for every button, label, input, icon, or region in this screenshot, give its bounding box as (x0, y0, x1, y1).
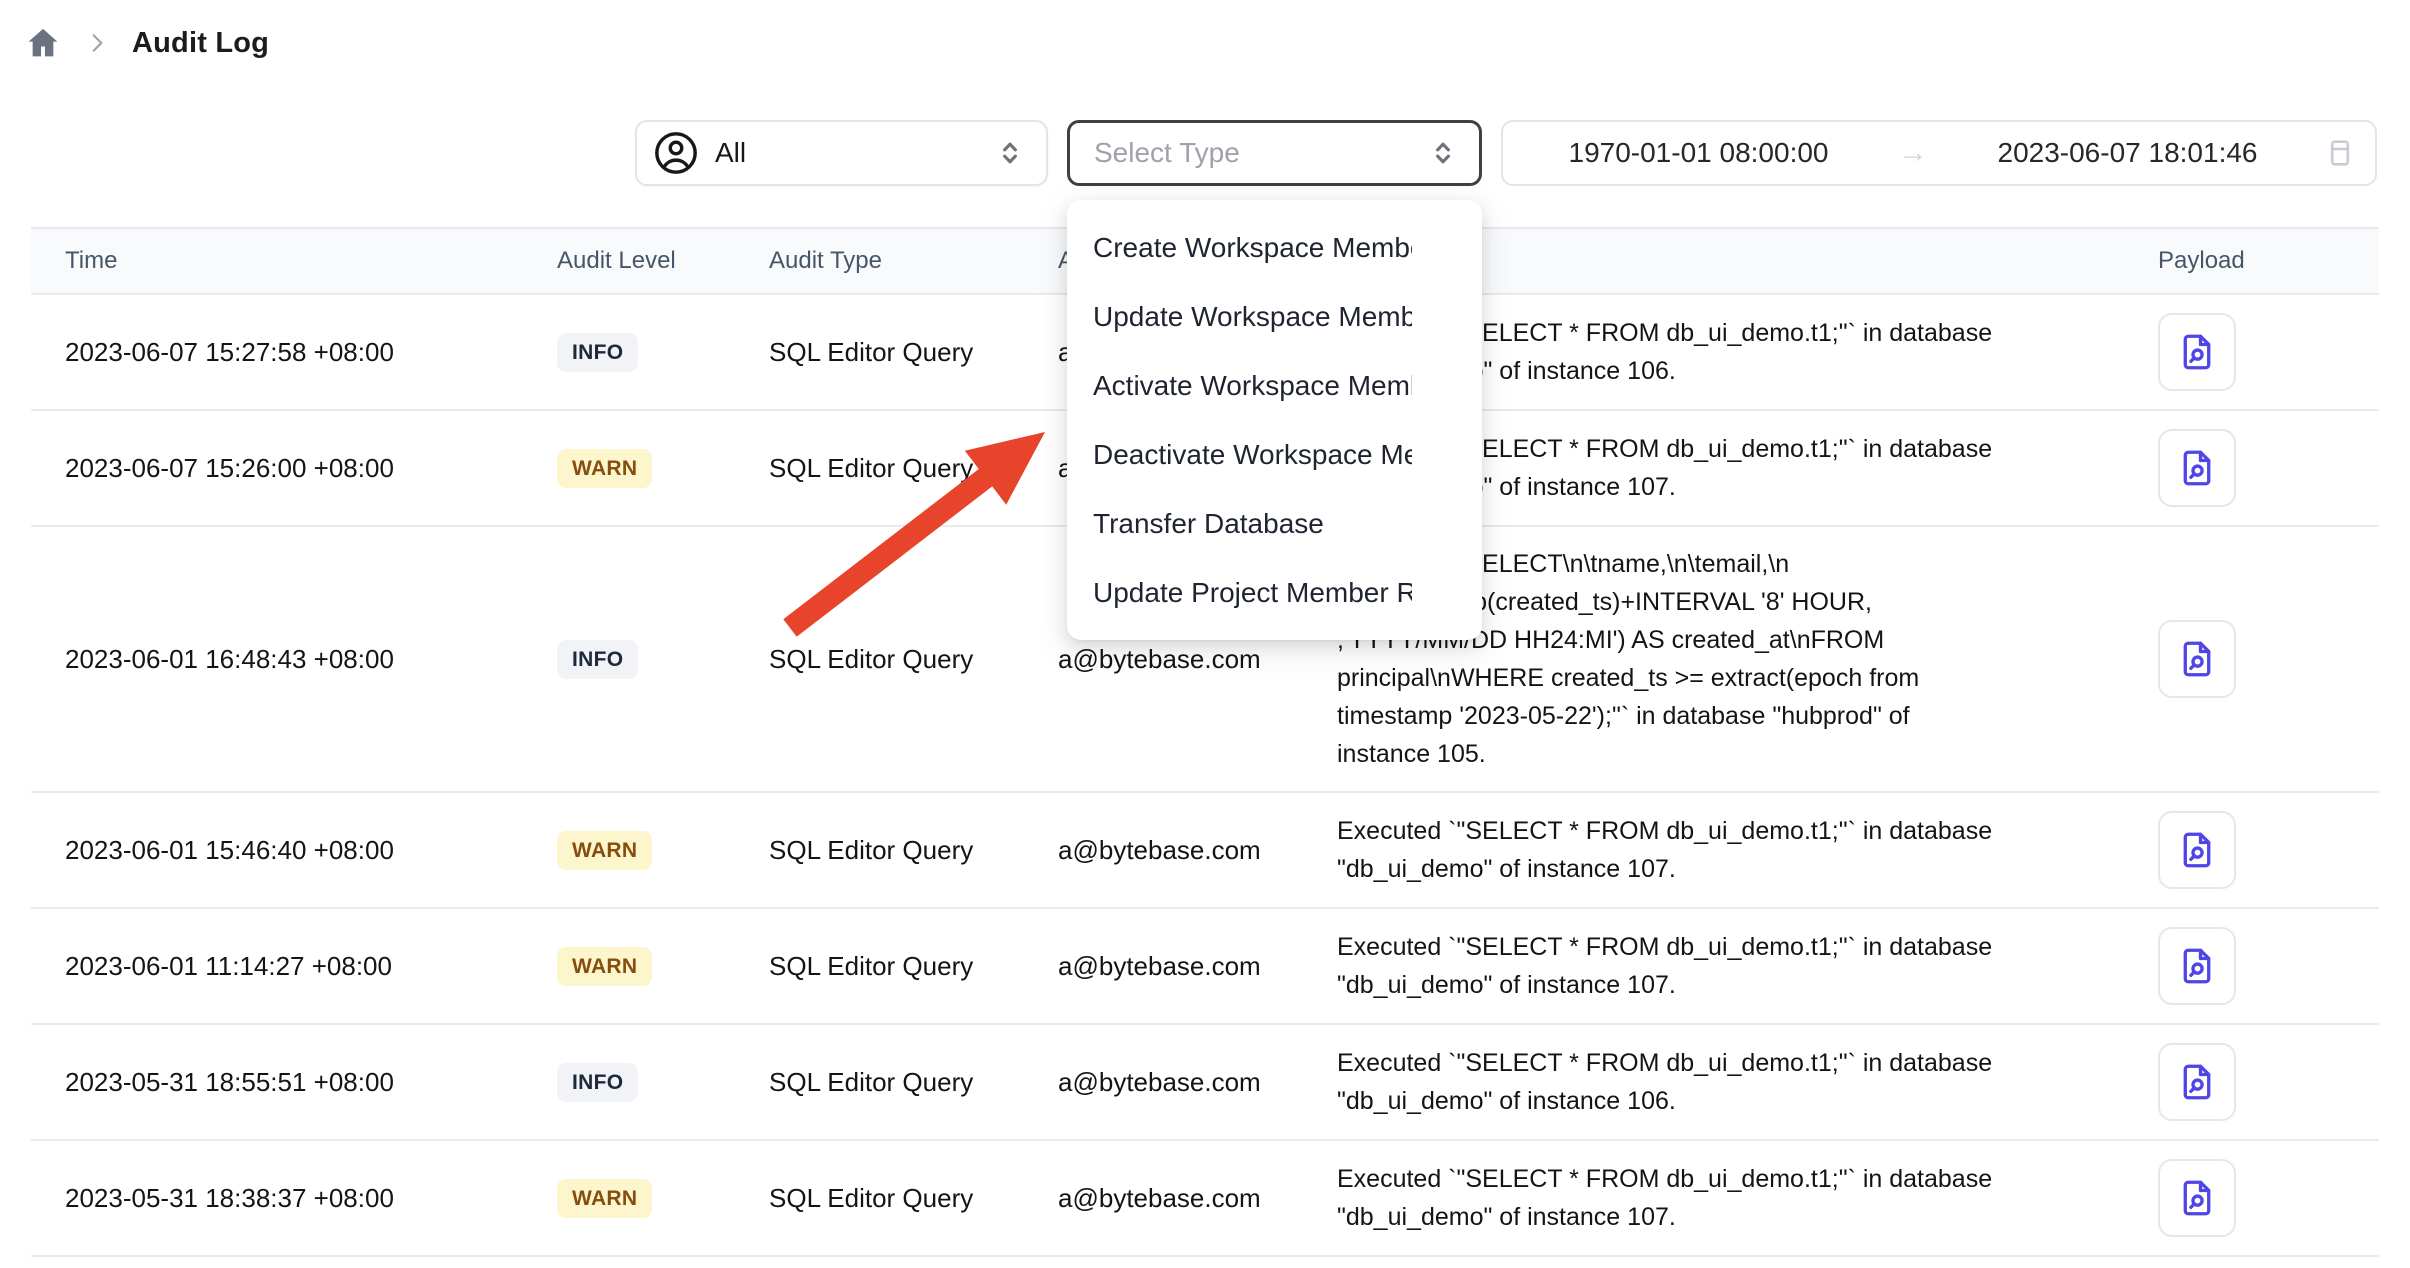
row-audit-level: INFO (523, 1063, 735, 1102)
file-search-icon (2176, 829, 2218, 871)
row-actor: a@bytebase.com (1024, 835, 1303, 866)
audit-log-page: Audit Log All Select Type 1970-01-01 08:… (0, 0, 2410, 1268)
row-audit-level: WARN (523, 449, 735, 488)
col-header-time: Time (31, 247, 523, 275)
table-row: 2023-06-01 11:14:27 +08:00 WARN SQL Edit… (31, 909, 2379, 1025)
menu-item[interactable]: Transfer Database (1067, 489, 1412, 558)
home-icon[interactable] (24, 24, 62, 62)
row-comment: Executed `"SELECT * FROM db_ui_demo.t1;"… (1303, 1160, 2106, 1236)
date-range-start: 1970-01-01 08:00:00 (1503, 137, 1894, 169)
payload-view-button[interactable] (2158, 927, 2236, 1005)
file-search-icon (2176, 638, 2218, 680)
row-payload (2106, 927, 2379, 1005)
row-actor: a@bytebase.com (1024, 1067, 1303, 1098)
row-time: 2023-06-07 15:26:00 +08:00 (31, 453, 523, 484)
calendar-icon (2323, 136, 2357, 170)
row-audit-level: WARN (523, 1179, 735, 1218)
row-payload (2106, 811, 2379, 889)
table-row: 2023-06-01 15:46:40 +08:00 WARN SQL Edit… (31, 793, 2379, 909)
payload-view-button[interactable] (2158, 1159, 2236, 1237)
menu-item[interactable]: Update Project Member Role (1067, 558, 1412, 627)
file-search-icon (2176, 1177, 2218, 1219)
col-header-audit-type: Audit Type (735, 247, 1024, 275)
row-audit-level: INFO (523, 333, 735, 372)
row-payload (2106, 429, 2379, 507)
row-time: 2023-06-01 16:48:43 +08:00 (31, 644, 523, 675)
breadcrumb: Audit Log (24, 24, 269, 62)
file-search-icon (2176, 945, 2218, 987)
audit-level-badge: WARN (557, 831, 652, 870)
row-audit-type: SQL Editor Query (735, 951, 1024, 982)
payload-view-button[interactable] (2158, 1043, 2236, 1121)
row-actor: a@bytebase.com (1024, 1183, 1303, 1214)
page-title: Audit Log (132, 27, 269, 60)
row-audit-type: SQL Editor Query (735, 1067, 1024, 1098)
audit-level-badge: INFO (557, 640, 638, 679)
type-dropdown-menu: Create Workspace MemberUpdate Workspace … (1067, 200, 1482, 640)
row-audit-level: WARN (523, 947, 735, 986)
filter-bar: All Select Type 1970-01-01 08:00:00 → 20… (0, 120, 2410, 186)
arrow-right-icon: → (1894, 136, 1932, 170)
row-time: 2023-05-31 18:55:51 +08:00 (31, 1067, 523, 1098)
chevron-right-icon (84, 30, 110, 56)
payload-view-button[interactable] (2158, 429, 2236, 507)
row-audit-level: INFO (523, 640, 735, 679)
audit-level-badge: INFO (557, 333, 638, 372)
row-payload (2106, 1043, 2379, 1121)
audit-level-badge: INFO (557, 1063, 638, 1102)
menu-item[interactable]: Deactivate Workspace Member (1067, 420, 1412, 489)
menu-item[interactable]: Update Workspace Member (1067, 282, 1412, 351)
row-payload (2106, 1159, 2379, 1237)
payload-view-button[interactable] (2158, 811, 2236, 889)
row-comment: Executed `"SELECT * FROM db_ui_demo.t1;"… (1303, 928, 2106, 1004)
actor-filter-value: All (715, 137, 746, 169)
row-time: 2023-06-01 11:14:27 +08:00 (31, 951, 523, 982)
row-comment: Executed `"SELECT * FROM db_ui_demo.t1;"… (1303, 812, 2106, 888)
row-audit-type: SQL Editor Query (735, 644, 1024, 675)
menu-item[interactable]: Create Workspace Member (1067, 213, 1412, 282)
file-search-icon (2176, 331, 2218, 373)
row-time: 2023-06-01 15:46:40 +08:00 (31, 835, 523, 866)
date-range-picker[interactable]: 1970-01-01 08:00:00 → 2023-06-07 18:01:4… (1501, 120, 2377, 186)
row-payload (2106, 313, 2379, 391)
row-actor: a@bytebase.com (1024, 951, 1303, 982)
payload-view-button[interactable] (2158, 620, 2236, 698)
file-search-icon (2176, 447, 2218, 489)
row-payload (2106, 620, 2379, 698)
row-time: 2023-06-07 15:27:58 +08:00 (31, 337, 523, 368)
col-header-audit-level: Audit Level (523, 247, 735, 275)
up-down-chevrons-icon (1427, 137, 1459, 169)
row-comment: Executed `"SELECT * FROM db_ui_demo.t1;"… (1303, 1044, 2106, 1120)
audit-level-badge: WARN (557, 1179, 652, 1218)
col-header-payload: Payload (2106, 247, 2379, 275)
actor-filter-select[interactable]: All (635, 120, 1048, 186)
row-actor: a@bytebase.com (1024, 644, 1303, 675)
up-down-chevrons-icon (994, 137, 1026, 169)
file-search-icon (2176, 1061, 2218, 1103)
type-filter-select[interactable]: Select Type (1067, 120, 1482, 186)
table-row: 2023-05-31 18:38:37 +08:00 WARN SQL Edit… (31, 1141, 2379, 1257)
date-range-end: 2023-06-07 18:01:46 (1932, 137, 2323, 169)
type-filter-placeholder: Select Type (1094, 137, 1240, 169)
payload-view-button[interactable] (2158, 313, 2236, 391)
audit-level-badge: WARN (557, 449, 652, 488)
row-audit-level: WARN (523, 831, 735, 870)
row-time: 2023-05-31 18:38:37 +08:00 (31, 1183, 523, 1214)
menu-item[interactable]: Activate Workspace Member (1067, 351, 1412, 420)
user-circle-icon (653, 130, 699, 176)
row-audit-type: SQL Editor Query (735, 1183, 1024, 1214)
audit-level-badge: WARN (557, 947, 652, 986)
row-audit-type: SQL Editor Query (735, 835, 1024, 866)
table-row: 2023-05-31 18:55:51 +08:00 INFO SQL Edit… (31, 1025, 2379, 1141)
row-audit-type: SQL Editor Query (735, 453, 1024, 484)
row-audit-type: SQL Editor Query (735, 337, 1024, 368)
